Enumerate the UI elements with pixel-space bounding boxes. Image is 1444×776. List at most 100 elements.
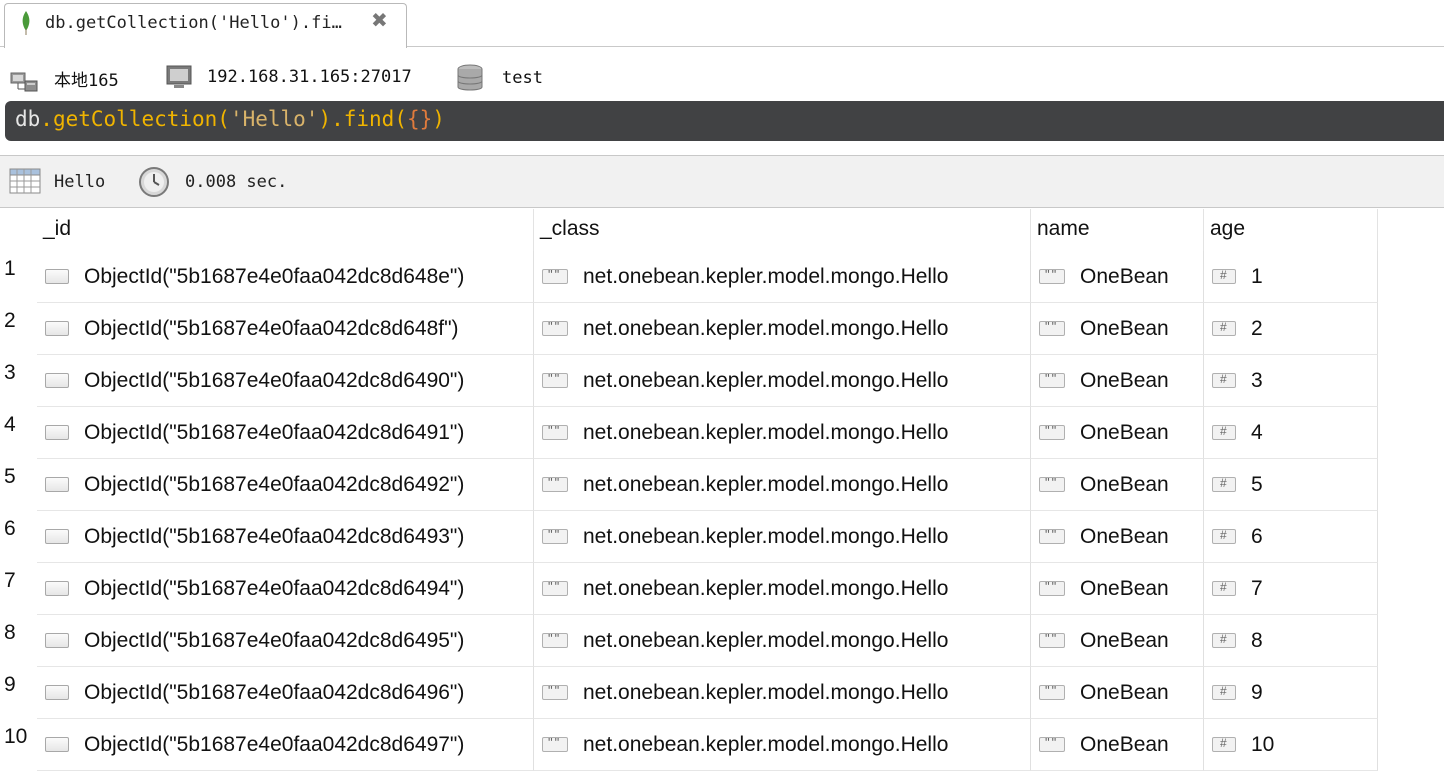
table-row-cell-id[interactable]: ObjectId("5b1687e4e0faa042dc8d6493"): [37, 511, 534, 563]
string-type-icon: [1039, 579, 1065, 596]
cell-id-value: ObjectId("5b1687e4e0faa042dc8d6494"): [84, 576, 465, 600]
connection-name-item: 本地165: [9, 63, 119, 93]
cell-class-value: net.onebean.kepler.model.mongo.Hello: [583, 524, 949, 548]
string-type-icon: [1039, 527, 1065, 544]
database-icon: [457, 64, 483, 91]
collection-name: Hello: [54, 172, 106, 192]
cell-age-value: 2: [1251, 316, 1263, 340]
cell-age-value: 4: [1251, 420, 1263, 444]
cell-id-value: ObjectId("5b1687e4e0faa042dc8d648e"): [84, 264, 465, 288]
string-type-icon: [1039, 267, 1065, 284]
database-name: test: [502, 68, 543, 88]
table-row-cell-class[interactable]: net.onebean.kepler.model.mongo.Hello: [534, 459, 1031, 511]
cell-name-value: OneBean: [1080, 368, 1169, 392]
table-row-cell-id[interactable]: ObjectId("5b1687e4e0faa042dc8d6490"): [37, 355, 534, 407]
table-row-cell-class[interactable]: net.onebean.kepler.model.mongo.Hello: [534, 563, 1031, 615]
table-row-cell-age[interactable]: 9: [1204, 667, 1378, 719]
database-item: test: [455, 63, 543, 93]
string-type-icon: [542, 319, 568, 336]
table-row-cell-id[interactable]: ObjectId("5b1687e4e0faa042dc8d6495"): [37, 615, 534, 667]
query-tab[interactable]: db.getCollection('Hello').fi… ✖: [4, 3, 407, 48]
string-type-icon: [1039, 631, 1065, 648]
table-row-cell-id[interactable]: ObjectId("5b1687e4e0faa042dc8d6497"): [37, 719, 534, 771]
cell-age-value: 10: [1251, 732, 1275, 756]
mongodb-leaf-icon: [22, 11, 30, 35]
cell-id-value: ObjectId("5b1687e4e0faa042dc8d6493"): [84, 524, 465, 548]
table-row-cell-age[interactable]: 10: [1204, 719, 1378, 771]
column-header-age[interactable]: age: [1204, 209, 1378, 251]
object-type-icon: [45, 633, 69, 648]
number-type-icon: [1212, 580, 1236, 596]
cell-name-value: OneBean: [1080, 576, 1169, 600]
cell-age-value: 9: [1251, 680, 1263, 704]
query-time: 0.008 sec.: [185, 172, 288, 192]
table-row-cell-name[interactable]: OneBean: [1031, 459, 1204, 511]
cell-age-value: 8: [1251, 628, 1263, 652]
table-row-cell-class[interactable]: net.onebean.kepler.model.mongo.Hello: [534, 303, 1031, 355]
table-row-cell-age[interactable]: 4: [1204, 407, 1378, 459]
table-row-cell-id[interactable]: ObjectId("5b1687e4e0faa042dc8d6492"): [37, 459, 534, 511]
table-row-cell-id[interactable]: ObjectId("5b1687e4e0faa042dc8d648f"): [37, 303, 534, 355]
table-row-cell-class[interactable]: net.onebean.kepler.model.mongo.Hello: [534, 719, 1031, 771]
cell-id-value: ObjectId("5b1687e4e0faa042dc8d6496"): [84, 680, 465, 704]
query-token-close: ): [432, 107, 445, 131]
column-header-id[interactable]: _id: [37, 209, 534, 251]
object-type-icon: [45, 737, 69, 752]
cell-class-value: net.onebean.kepler.model.mongo.Hello: [583, 368, 949, 392]
table-row-cell-age[interactable]: 7: [1204, 563, 1378, 615]
cell-age-value: 7: [1251, 576, 1263, 600]
cell-name-value: OneBean: [1080, 680, 1169, 704]
table-row-cell-name[interactable]: OneBean: [1031, 303, 1204, 355]
table-row-cell-age[interactable]: 5: [1204, 459, 1378, 511]
table-row-cell-id[interactable]: ObjectId("5b1687e4e0faa042dc8d648e"): [37, 251, 534, 303]
cell-name-value: OneBean: [1080, 628, 1169, 652]
string-type-icon: [1039, 683, 1065, 700]
close-icon[interactable]: ✖: [371, 10, 388, 30]
table-row-cell-class[interactable]: net.onebean.kepler.model.mongo.Hello: [534, 251, 1031, 303]
row-number: 9: [4, 673, 16, 696]
table-row-cell-age[interactable]: 1: [1204, 251, 1378, 303]
table-row-cell-class[interactable]: net.onebean.kepler.model.mongo.Hello: [534, 511, 1031, 563]
table-row-cell-name[interactable]: OneBean: [1031, 407, 1204, 459]
cell-age-value: 6: [1251, 524, 1263, 548]
string-type-icon: [542, 735, 568, 752]
table-row-cell-class[interactable]: net.onebean.kepler.model.mongo.Hello: [534, 667, 1031, 719]
table-row-cell-name[interactable]: OneBean: [1031, 719, 1204, 771]
row-number: 4: [4, 413, 16, 436]
table-row-cell-name[interactable]: OneBean: [1031, 511, 1204, 563]
string-type-icon: [542, 579, 568, 596]
table-row-cell-id[interactable]: ObjectId("5b1687e4e0faa042dc8d6496"): [37, 667, 534, 719]
cell-id-value: ObjectId("5b1687e4e0faa042dc8d6490"): [84, 368, 465, 392]
table-row-cell-age[interactable]: 3: [1204, 355, 1378, 407]
cell-id-value: ObjectId("5b1687e4e0faa042dc8d6495"): [84, 628, 465, 652]
server-icon: [10, 72, 38, 92]
table-row-cell-age[interactable]: 2: [1204, 303, 1378, 355]
cell-class-value: net.onebean.kepler.model.mongo.Hello: [583, 472, 949, 496]
row-number: 7: [4, 569, 16, 592]
cell-class-value: net.onebean.kepler.model.mongo.Hello: [583, 264, 949, 288]
table-row-cell-age[interactable]: 8: [1204, 615, 1378, 667]
computer-icon: [166, 65, 192, 88]
table-row-cell-name[interactable]: OneBean: [1031, 563, 1204, 615]
string-type-icon: [1039, 423, 1065, 440]
number-type-icon: [1212, 424, 1236, 440]
cell-class-value: net.onebean.kepler.model.mongo.Hello: [583, 420, 949, 444]
table-row-cell-age[interactable]: 6: [1204, 511, 1378, 563]
cell-name-value: OneBean: [1080, 732, 1169, 756]
table-row-cell-class[interactable]: net.onebean.kepler.model.mongo.Hello: [534, 615, 1031, 667]
table-row-cell-class[interactable]: net.onebean.kepler.model.mongo.Hello: [534, 407, 1031, 459]
table-row-cell-name[interactable]: OneBean: [1031, 615, 1204, 667]
string-type-icon: [1039, 735, 1065, 752]
table-row-cell-class[interactable]: net.onebean.kepler.model.mongo.Hello: [534, 355, 1031, 407]
tab-title: db.getCollection('Hello').fi…: [45, 13, 342, 33]
cell-class-value: net.onebean.kepler.model.mongo.Hello: [583, 680, 949, 704]
table-row-cell-name[interactable]: OneBean: [1031, 251, 1204, 303]
number-type-icon: [1212, 372, 1236, 388]
table-row-cell-name[interactable]: OneBean: [1031, 355, 1204, 407]
column-header-class[interactable]: _class: [534, 209, 1031, 251]
query-editor[interactable]: db.getCollection('Hello').find({}): [5, 101, 1444, 141]
table-row-cell-name[interactable]: OneBean: [1031, 667, 1204, 719]
table-row-cell-id[interactable]: ObjectId("5b1687e4e0faa042dc8d6494"): [37, 563, 534, 615]
table-row-cell-id[interactable]: ObjectId("5b1687e4e0faa042dc8d6491"): [37, 407, 534, 459]
column-header-name[interactable]: name: [1031, 209, 1204, 251]
